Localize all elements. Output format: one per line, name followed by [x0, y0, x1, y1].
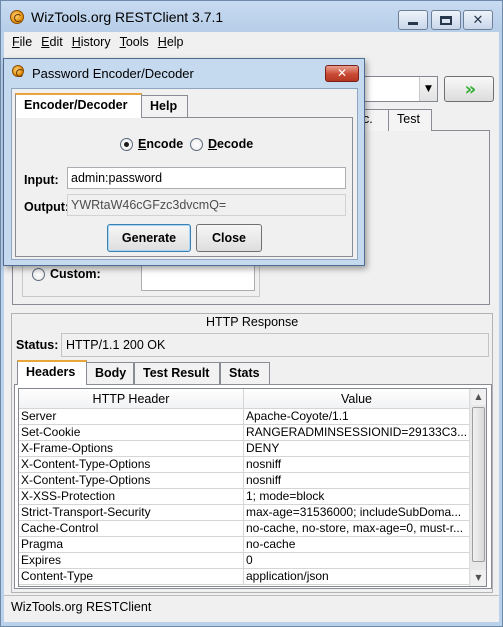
table-row[interactable]: X-Content-Type-Options nosniff	[19, 457, 470, 473]
close-icon: ✕	[336, 66, 348, 80]
menu-edit[interactable]: Edit	[41, 35, 63, 49]
custom-input[interactable]	[141, 264, 255, 291]
decode-radio[interactable]: Decode	[190, 137, 253, 151]
generate-label: Generate	[121, 231, 177, 245]
radio-icon	[32, 267, 45, 281]
header-name-cell: Strict-Transport-Security	[19, 505, 244, 521]
table-row[interactable]: X-Frame-Options DENY	[19, 441, 470, 457]
custom-radio[interactable]: Custom:	[32, 267, 101, 281]
url-field[interactable]: ▼	[364, 76, 438, 102]
header-name-cell: Content-Type	[19, 569, 244, 585]
menu-file[interactable]: File	[12, 35, 32, 49]
table-row[interactable]: Set-Cookie RANGERADMINSESSIONID=29133C3..…	[19, 425, 470, 441]
header-name-cell: X-Content-Type-Options	[19, 473, 244, 489]
header-name-cell: Cache-Control	[19, 521, 244, 537]
vertical-scrollbar[interactable]: ▲ ▼	[469, 389, 486, 586]
close-button[interactable]: ✕	[463, 10, 493, 30]
app-logo-icon	[10, 10, 24, 24]
password-encoder-dialog: Password Encoder/Decoder ✕ Encode Decode…	[3, 58, 365, 266]
chevron-down-icon[interactable]: ▼	[419, 77, 437, 101]
tab-encoder-decoder[interactable]: Encoder/Decoder	[15, 93, 142, 118]
header-name-cell: Pragma	[19, 537, 244, 553]
table-row[interactable]: Pragma no-cache	[19, 537, 470, 553]
output-field[interactable]: YWRtaW46cGFzc3dvcmQ=	[67, 194, 346, 216]
header-name-cell: X-Frame-Options	[19, 441, 244, 457]
status-field: HTTP/1.1 200 OK	[61, 333, 489, 357]
maximize-icon	[440, 15, 452, 25]
status-label: Status:	[16, 338, 59, 352]
radio-checked-icon	[120, 137, 133, 151]
header-value-cell: RANGERADMINSESSIONID=29133C3...	[244, 425, 470, 441]
table-row[interactable]: X-Content-Type-Options nosniff	[19, 473, 470, 489]
table-row[interactable]: Server Apache-Coyote/1.1	[19, 409, 470, 425]
minimize-button[interactable]	[398, 10, 428, 30]
tab-body[interactable]: Body	[86, 362, 134, 384]
encode-radio[interactable]: Encode	[120, 137, 183, 151]
column-header-value[interactable]: Value	[244, 389, 470, 409]
header-name-cell: X-XSS-Protection	[19, 489, 244, 505]
scrollbar-thumb[interactable]	[472, 407, 485, 562]
menu-history[interactable]: History	[72, 35, 111, 49]
response-tab-panel: HTTP Header Value Server Apache-Coyote/1.…	[14, 384, 492, 589]
table-row[interactable]: Content-Type application/json	[19, 569, 470, 585]
generate-button[interactable]: Generate	[107, 224, 191, 252]
tab-help[interactable]: Help	[141, 95, 188, 117]
tab-test-result[interactable]: Test Result	[134, 362, 220, 384]
radio-icon	[190, 137, 203, 151]
minimize-icon	[408, 21, 418, 25]
column-header-http-header[interactable]: HTTP Header	[19, 389, 244, 409]
menu-tools[interactable]: Tools	[120, 35, 149, 49]
tab-headers[interactable]: Headers	[17, 360, 87, 385]
header-name-cell: Server	[19, 409, 244, 425]
header-value-cell: max-age=31536000; includeSubDoma...	[244, 505, 470, 521]
encoder-decoder-panel: Encode Decode Input: admin:password Outp…	[15, 117, 353, 257]
table-row[interactable]: Cache-Control no-cache, no-store, max-age…	[19, 521, 470, 537]
header-value-cell: no-cache	[244, 537, 470, 553]
scroll-up-icon[interactable]: ▲	[471, 389, 486, 405]
input-label: Input:	[24, 173, 59, 187]
header-value-cell: 0	[244, 553, 470, 569]
encode-label: Encode	[138, 137, 184, 151]
maximize-button[interactable]	[431, 10, 461, 30]
menu-help[interactable]: Help	[158, 35, 184, 49]
header-value-cell: Apache-Coyote/1.1	[244, 409, 470, 425]
close-icon: ✕	[472, 12, 484, 28]
close-dialog-button[interactable]: Close	[196, 224, 262, 252]
header-value-cell: nosniff	[244, 473, 470, 489]
header-value-cell: 1; mode=block	[244, 489, 470, 505]
window-title: WizTools.org RESTClient 3.7.1	[31, 9, 224, 25]
header-value-cell: no-cache, no-store, max-age=0, must-r...	[244, 521, 470, 537]
dialog-title: Password Encoder/Decoder	[32, 66, 194, 81]
decode-label: Decode	[208, 137, 254, 151]
dialog-body: Encode Decode Input: admin:password Outp…	[11, 88, 358, 260]
custom-label: Custom:	[50, 267, 101, 281]
tab-stats[interactable]: Stats	[220, 362, 270, 384]
header-name-cell: X-Content-Type-Options	[19, 457, 244, 473]
table-row[interactable]: X-XSS-Protection 1; mode=block	[19, 489, 470, 505]
go-button[interactable]: »	[444, 76, 494, 102]
output-label: Output:	[24, 200, 70, 214]
dialog-title-bar[interactable]: Password Encoder/Decoder ✕	[4, 59, 364, 86]
scroll-down-icon[interactable]: ▼	[471, 570, 486, 586]
status-bar: WizTools.org RESTClient	[4, 595, 499, 620]
response-section-title: HTTP Response	[202, 315, 303, 329]
header-name-cell: Expires	[19, 553, 244, 569]
input-field[interactable]: admin:password	[67, 167, 346, 189]
dialog-close-button[interactable]: ✕	[325, 65, 359, 82]
headers-table: HTTP Header Value Server Apache-Coyote/1.…	[18, 388, 487, 587]
header-name-cell: Set-Cookie	[19, 425, 244, 441]
tab-test[interactable]: Test	[388, 109, 432, 131]
table-body: Server Apache-Coyote/1.1 Set-Cookie RANGERA…	[19, 409, 470, 585]
menu-bar: File Edit History Tools Help	[4, 32, 499, 52]
header-value-cell: application/json	[244, 569, 470, 585]
title-bar[interactable]: WizTools.org RESTClient 3.7.1 ✕	[1, 1, 502, 33]
app-logo-icon	[12, 65, 24, 77]
header-value-cell: nosniff	[244, 457, 470, 473]
table-row[interactable]: Strict-Transport-Security max-age=3153600…	[19, 505, 470, 521]
table-row[interactable]: Expires 0	[19, 553, 470, 569]
header-value-cell: DENY	[244, 441, 470, 457]
